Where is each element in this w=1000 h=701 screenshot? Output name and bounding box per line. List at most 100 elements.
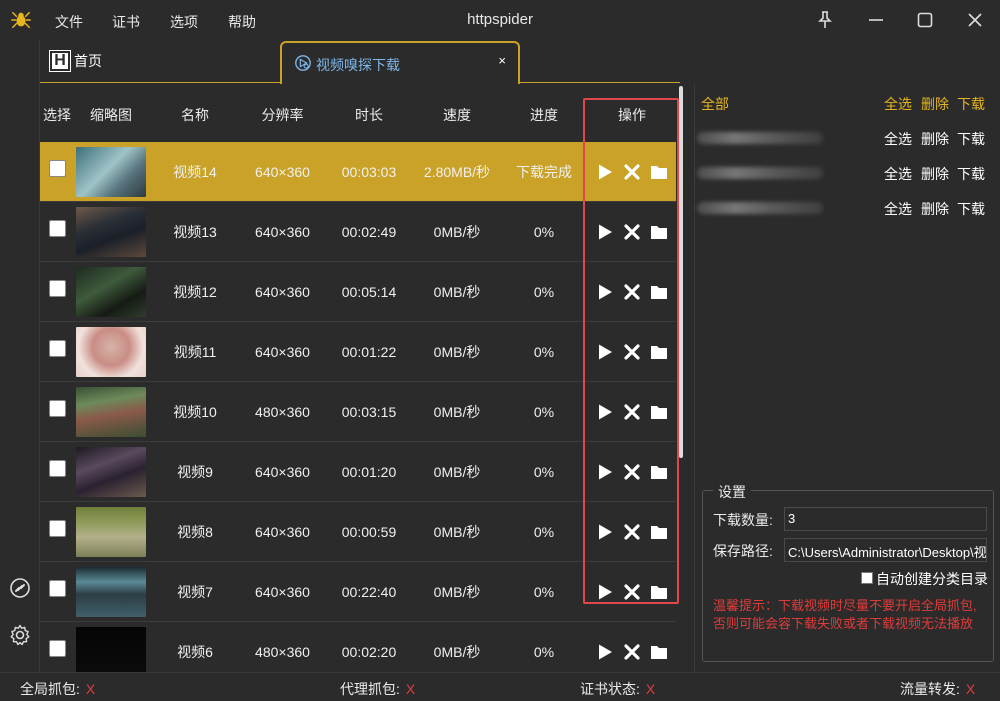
play-icon[interactable] bbox=[596, 163, 614, 181]
auto-create-folder-checkbox[interactable] bbox=[861, 572, 873, 584]
close-icon[interactable] bbox=[623, 523, 641, 541]
table-row[interactable]: 视频13 640×360 00:02:49 0MB/秒 0% bbox=[40, 202, 676, 262]
play-icon[interactable] bbox=[596, 343, 614, 361]
video-progress: 0% bbox=[533, 584, 555, 600]
folder-icon[interactable] bbox=[650, 163, 668, 181]
download-count-input[interactable]: 3 bbox=[784, 507, 987, 531]
table-row[interactable]: 视频12 640×360 00:05:14 0MB/秒 0% bbox=[40, 262, 676, 322]
home-logo-icon: H bbox=[49, 50, 71, 72]
row-checkbox[interactable] bbox=[48, 340, 66, 357]
select-all-button[interactable]: 全选 bbox=[884, 94, 912, 114]
auto-create-folder-label[interactable]: 自动创建分类目录 bbox=[876, 569, 988, 589]
select-all-button[interactable]: 全选 bbox=[884, 164, 912, 184]
folder-icon[interactable] bbox=[650, 403, 668, 421]
status-off-icon: X bbox=[85, 681, 96, 697]
play-icon[interactable] bbox=[596, 403, 614, 421]
pin-icon[interactable] bbox=[813, 8, 837, 32]
close-icon[interactable] bbox=[623, 223, 641, 241]
close-icon[interactable] bbox=[623, 643, 641, 661]
tab-home-label: 首页 bbox=[74, 53, 102, 69]
row-checkbox[interactable] bbox=[48, 400, 66, 417]
folder-icon[interactable] bbox=[650, 523, 668, 541]
folder-icon[interactable] bbox=[650, 343, 668, 361]
video-resolution: 480×360 bbox=[255, 404, 310, 420]
close-window-icon[interactable] bbox=[963, 8, 987, 32]
play-icon[interactable] bbox=[596, 583, 614, 601]
blurred-category-name[interactable] bbox=[697, 202, 823, 214]
video-speed: 0MB/秒 bbox=[433, 284, 481, 300]
tab-video-sniff[interactable]: 视频嗅探下载 × bbox=[280, 41, 520, 84]
folder-icon[interactable] bbox=[650, 643, 668, 661]
minimize-icon[interactable] bbox=[864, 8, 888, 32]
delete-button[interactable]: 删除 bbox=[921, 164, 949, 184]
row-checkbox[interactable] bbox=[48, 460, 66, 477]
video-thumbnail bbox=[76, 507, 146, 557]
video-speed: 0MB/秒 bbox=[433, 524, 481, 540]
close-icon[interactable] bbox=[623, 283, 641, 301]
tab-bar: H 首页 视频嗅探下载 × bbox=[40, 40, 680, 84]
table-row[interactable]: 视频10 480×360 00:03:15 0MB/秒 0% bbox=[40, 382, 676, 442]
row-actions bbox=[586, 502, 676, 562]
row-checkbox[interactable] bbox=[48, 160, 66, 177]
video-thumbnail bbox=[76, 567, 146, 617]
save-path-input[interactable]: C:\Users\Administrator\Desktop\视 bbox=[784, 538, 987, 562]
row-checkbox[interactable] bbox=[48, 580, 66, 597]
video-duration: 00:01:22 bbox=[341, 344, 397, 360]
vertical-scrollbar[interactable] bbox=[679, 86, 683, 458]
select-all-button[interactable]: 全选 bbox=[884, 199, 912, 219]
table-row[interactable]: 视频9 640×360 00:01:20 0MB/秒 0% bbox=[40, 442, 676, 502]
video-duration: 00:02:20 bbox=[341, 644, 397, 660]
delete-button[interactable]: 删除 bbox=[921, 94, 949, 114]
table-row[interactable]: 视频8 640×360 00:00:59 0MB/秒 0% bbox=[40, 502, 676, 562]
video-thumbnail bbox=[76, 447, 146, 497]
video-duration: 00:02:49 bbox=[341, 224, 397, 240]
close-icon[interactable] bbox=[623, 463, 641, 481]
download-button[interactable]: 下载 bbox=[957, 199, 985, 219]
row-checkbox[interactable] bbox=[48, 280, 66, 297]
close-icon[interactable] bbox=[623, 403, 641, 421]
status-off-icon: X bbox=[405, 681, 416, 697]
menu-certificate[interactable]: 证书 bbox=[112, 12, 140, 32]
delete-button[interactable]: 删除 bbox=[921, 199, 949, 219]
close-icon[interactable] bbox=[623, 583, 641, 601]
delete-button[interactable]: 删除 bbox=[921, 129, 949, 149]
save-path-label: 保存路径: bbox=[713, 543, 773, 559]
tab-close-icon[interactable]: × bbox=[498, 53, 506, 68]
blurred-category-name[interactable] bbox=[697, 167, 823, 179]
table-row[interactable]: 视频6 480×360 00:02:20 0MB/秒 0% bbox=[40, 622, 676, 672]
folder-icon[interactable] bbox=[650, 283, 668, 301]
close-icon[interactable] bbox=[623, 163, 641, 181]
video-name: 视频12 bbox=[173, 284, 217, 300]
download-button[interactable]: 下载 bbox=[957, 129, 985, 149]
menu-file[interactable]: 文件 bbox=[55, 12, 83, 32]
select-all-button[interactable]: 全选 bbox=[884, 129, 912, 149]
category-row: 全选 删除 下载 bbox=[695, 123, 1000, 153]
row-checkbox[interactable] bbox=[48, 520, 66, 537]
row-checkbox[interactable] bbox=[48, 220, 66, 237]
download-button[interactable]: 下载 bbox=[957, 164, 985, 184]
tab-home[interactable]: H 首页 bbox=[49, 48, 102, 74]
blurred-category-name[interactable] bbox=[697, 132, 823, 144]
maximize-icon[interactable] bbox=[913, 8, 937, 32]
video-progress: 下载完成 bbox=[516, 164, 572, 180]
menu-options[interactable]: 选项 bbox=[170, 12, 198, 32]
folder-icon[interactable] bbox=[650, 463, 668, 481]
link-icon[interactable] bbox=[8, 576, 32, 600]
play-icon[interactable] bbox=[596, 283, 614, 301]
play-icon[interactable] bbox=[596, 463, 614, 481]
play-icon[interactable] bbox=[596, 643, 614, 661]
table-row[interactable]: 视频11 640×360 00:01:22 0MB/秒 0% bbox=[40, 322, 676, 382]
video-thumbnail bbox=[76, 387, 146, 437]
play-icon[interactable] bbox=[596, 523, 614, 541]
folder-icon[interactable] bbox=[650, 223, 668, 241]
play-icon[interactable] bbox=[596, 223, 614, 241]
table-row[interactable]: 视频14 640×360 00:03:03 2.80MB/秒 下载完成 bbox=[40, 142, 676, 202]
gear-icon[interactable] bbox=[8, 623, 32, 647]
menu-help[interactable]: 帮助 bbox=[228, 12, 256, 32]
category-name[interactable]: 全部 bbox=[701, 94, 729, 114]
table-row[interactable]: 视频7 640×360 00:22:40 0MB/秒 0% bbox=[40, 562, 676, 622]
download-button[interactable]: 下载 bbox=[957, 94, 985, 114]
folder-icon[interactable] bbox=[650, 583, 668, 601]
row-checkbox[interactable] bbox=[48, 640, 66, 657]
close-icon[interactable] bbox=[623, 343, 641, 361]
